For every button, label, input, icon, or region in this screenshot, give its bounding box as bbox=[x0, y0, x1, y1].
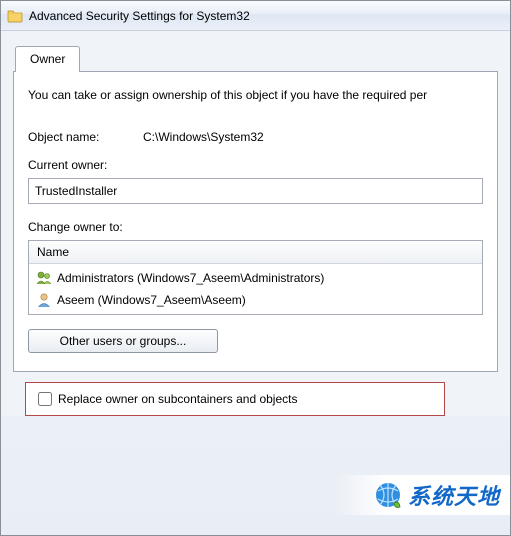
list-item[interactable]: Aseem (Windows7_Aseem\Aseem) bbox=[29, 289, 482, 311]
owner-list[interactable]: Name Administrators (Windows7_Aseem\Admi… bbox=[28, 240, 483, 315]
watermark: 系统天地 bbox=[334, 475, 510, 515]
current-owner-value: TrustedInstaller bbox=[35, 184, 117, 198]
window-frame: Advanced Security Settings for System32 … bbox=[0, 0, 511, 536]
tab-label: Owner bbox=[30, 52, 65, 66]
watermark-text: 系统天地 bbox=[408, 479, 500, 511]
change-owner-label: Change owner to: bbox=[28, 220, 483, 234]
intro-text: You can take or assign ownership of this… bbox=[28, 88, 483, 102]
replace-owner-checkbox[interactable] bbox=[38, 392, 52, 406]
owner-list-header[interactable]: Name bbox=[29, 241, 482, 264]
tab-row: Owner bbox=[13, 45, 498, 71]
object-name-row: Object name: C:\Windows\System32 bbox=[28, 130, 483, 144]
list-item[interactable]: Administrators (Windows7_Aseem\Administr… bbox=[29, 267, 482, 289]
user-icon bbox=[35, 291, 53, 309]
group-icon bbox=[35, 269, 53, 287]
list-item-label: Administrators (Windows7_Aseem\Administr… bbox=[57, 271, 324, 285]
tab-owner[interactable]: Owner bbox=[15, 46, 80, 72]
current-owner-label: Current owner: bbox=[28, 158, 483, 172]
replace-owner-label: Replace owner on subcontainers and objec… bbox=[58, 392, 297, 406]
tab-panel-owner: You can take or assign ownership of this… bbox=[13, 71, 498, 372]
tabs-area: Owner You can take or assign ownership o… bbox=[1, 31, 510, 416]
button-label: Other users or groups... bbox=[60, 334, 187, 348]
owner-list-body: Administrators (Windows7_Aseem\Administr… bbox=[29, 264, 482, 314]
globe-icon bbox=[374, 481, 402, 509]
folder-icon bbox=[7, 8, 23, 24]
current-owner-field: TrustedInstaller bbox=[28, 178, 483, 204]
object-name-value: C:\Windows\System32 bbox=[143, 130, 483, 144]
replace-owner-checkbox-row[interactable]: Replace owner on subcontainers and objec… bbox=[25, 382, 445, 416]
window-title: Advanced Security Settings for System32 bbox=[29, 9, 250, 23]
list-item-label: Aseem (Windows7_Aseem\Aseem) bbox=[57, 293, 246, 307]
other-users-button[interactable]: Other users or groups... bbox=[28, 329, 218, 353]
object-name-label: Object name: bbox=[28, 130, 143, 144]
titlebar: Advanced Security Settings for System32 bbox=[1, 1, 510, 31]
